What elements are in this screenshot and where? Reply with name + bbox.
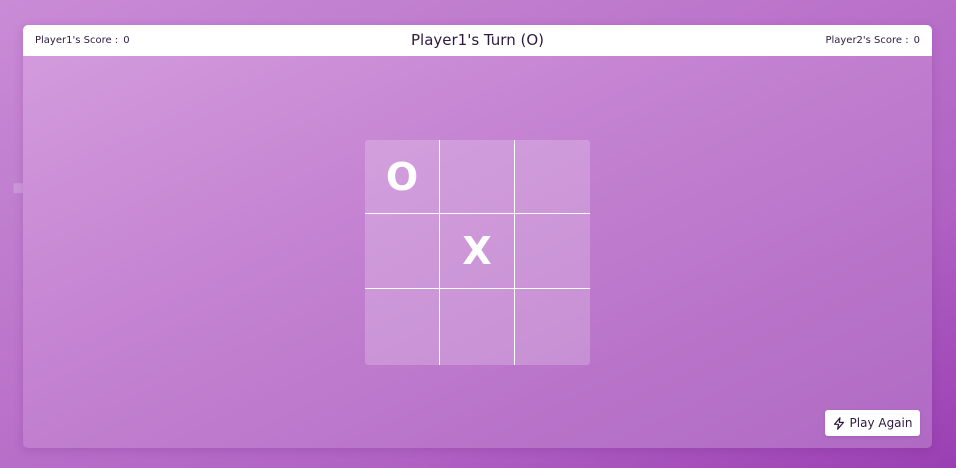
board-cell-8[interactable] [440,289,514,365]
player2-score-label: Player2's Score : [825,35,909,46]
board-cell-2[interactable] [440,140,514,213]
board-cell-3[interactable] [515,140,590,213]
play-again-label: Play Again [849,416,913,430]
board-cell-7[interactable] [365,289,439,365]
board-cell-4[interactable] [365,214,439,288]
game-board: O X [365,140,590,365]
board-cell-1[interactable]: O [365,140,439,213]
lightning-icon [833,416,845,430]
player2-score-value: 0 [913,35,920,46]
turn-indicator: Player1's Turn (O) [410,31,544,49]
board-cell-9[interactable] [515,289,590,365]
play-again-button[interactable]: Play Again [825,410,920,436]
board-cell-6[interactable] [515,214,590,288]
score-header: Player1's Score :0 Player1's Turn (O) Pl… [23,25,932,56]
player2-score: Player2's Score : 0 [825,25,920,56]
board-cell-5[interactable]: X [440,214,514,288]
